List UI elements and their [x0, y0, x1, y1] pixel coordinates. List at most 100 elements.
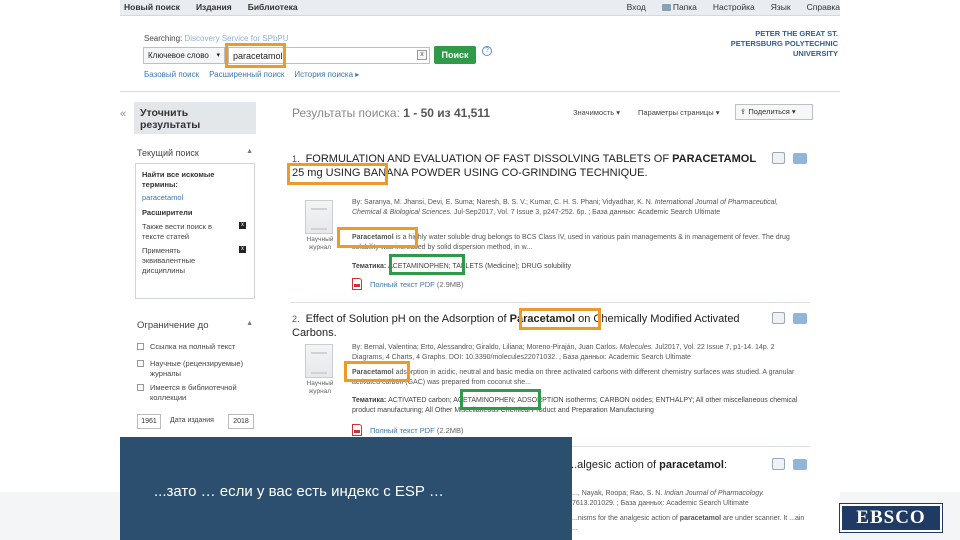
result-meta: By: Saranya, M. Jhansi, Devi, E. Suma; N…: [352, 198, 800, 217]
share-dropdown[interactable]: ⇪ Поделиться ▾: [735, 104, 813, 120]
nav-folder[interactable]: Папка: [661, 2, 697, 12]
results-range: 1 - 50 из 41,511: [403, 106, 491, 120]
result-subjects: Тематика: ACTIVATED carbon; ACETAMINOPHE…: [352, 396, 800, 415]
expanders-label: Расширители: [142, 208, 193, 217]
header-divider: [120, 91, 840, 92]
result-separator: [290, 302, 810, 303]
fulltext-checkbox[interactable]: [137, 343, 144, 350]
title-text: Effect of Solution pH on the Adsorption …: [305, 313, 507, 325]
basic-search-link[interactable]: Базовый поиск: [144, 70, 199, 79]
journal-name[interactable]: Molecules.: [620, 344, 653, 351]
pdf-link[interactable]: Полный текст PDF (2.2MB): [352, 424, 464, 436]
pub-date-label: Дата издания: [170, 417, 214, 424]
advanced-search-link[interactable]: Расширенный поиск: [209, 70, 284, 79]
field-select[interactable]: Ключевое слово: [143, 47, 225, 64]
publication-type: Научный журнал: [306, 380, 334, 395]
abstract-text: adsorption in acidic, neutral and basic …: [352, 369, 795, 386]
collapse-sidebar-icon[interactable]: «: [120, 108, 126, 120]
pdf-link[interactable]: Полный текст PDF (2.9MB): [352, 278, 464, 290]
highlight-box-title: [287, 163, 388, 185]
university-line: PETERSBURG POLYTECHNIC: [730, 39, 838, 48]
expander-label: Применять эквивалентные дисциплины: [142, 246, 196, 275]
results-label: Результаты поиска:: [292, 106, 400, 120]
remove-icon[interactable]: x: [239, 222, 246, 229]
refine-results-title: Уточнить результаты: [134, 102, 256, 134]
authors: By: Saranya, M. Jhansi, Devi, E. Suma; N…: [352, 199, 653, 206]
subject-list[interactable]: ACTIVATED carbon;: [388, 397, 452, 404]
current-search-header[interactable]: Текущий поиск ▲: [137, 148, 255, 158]
highlight-box-subject: [460, 389, 541, 410]
pdf-label: Полный текст PDF: [370, 426, 435, 435]
peer-reviewed-label: Научные (рецензируемые) журналы: [150, 359, 244, 378]
nav-login[interactable]: Вход: [627, 2, 646, 12]
nav-settings[interactable]: Настройка: [713, 2, 755, 12]
nav-new-search[interactable]: Новый поиск: [124, 2, 180, 12]
folder-icon: [661, 4, 671, 11]
search-term-link[interactable]: paracetamol: [142, 193, 248, 202]
left-margin-panel: [0, 492, 120, 540]
help-icon[interactable]: ?: [482, 46, 492, 56]
find-all-terms-label: Найти все искомые термины:: [142, 170, 215, 189]
nav-library[interactable]: Библиотека: [248, 2, 298, 12]
peer-reviewed-checkbox[interactable]: [137, 360, 144, 367]
university-line: UNIVERSITY: [792, 49, 838, 58]
preview-icon[interactable]: [772, 458, 785, 470]
university-logo: PETER THE GREAT ST. PETERSBURG POLYTECHN…: [698, 29, 838, 59]
add-to-folder-icon[interactable]: [793, 313, 807, 324]
slide-caption-box: ...зато … если у вас есть индекс с ESP …: [120, 437, 572, 540]
add-to-folder-icon[interactable]: [793, 153, 807, 164]
library-collection-checkbox[interactable]: [137, 384, 144, 391]
result-actions: [772, 458, 807, 470]
pdf-size: (2.9MB): [436, 280, 464, 289]
nav-language[interactable]: Язык: [771, 2, 791, 12]
nav-publications[interactable]: Издания: [196, 2, 232, 12]
chevron-up-icon: ▲: [246, 148, 253, 155]
nav-help[interactable]: Справка: [807, 2, 840, 12]
title-highlight: PARACETAMOL: [672, 153, 757, 165]
result-abstract: Paracetamol adsorption in acidic, neutra…: [352, 368, 800, 387]
journal-thumbnail[interactable]: [305, 344, 333, 378]
pdf-size: (2.2MB): [436, 426, 464, 435]
result-number: 2.: [292, 314, 300, 324]
page-options-dropdown[interactable]: Параметры страницы ▾: [638, 108, 719, 117]
result-actions: [772, 152, 807, 164]
add-to-folder-icon[interactable]: [793, 459, 807, 470]
ebsco-logo: EBSCO: [839, 503, 943, 533]
remove-icon[interactable]: x: [239, 246, 246, 253]
limit-header[interactable]: Ограничение до ▲: [137, 320, 255, 331]
highlight-box-subject: [389, 254, 465, 275]
highlight-box-abstract: [344, 361, 410, 382]
fulltext-label: Ссылка на полный текст: [150, 342, 236, 351]
publication-type: Научный журнал: [306, 236, 334, 251]
preview-icon[interactable]: [772, 152, 785, 164]
searching-label: Searching: Discovery Service for SPbPU: [144, 34, 289, 43]
preview-icon[interactable]: [772, 312, 785, 324]
subjects-label: Тематика:: [352, 397, 387, 404]
share-label: Поделиться ▾: [748, 107, 796, 116]
nav-folder-label: Папка: [672, 2, 697, 12]
subject-list[interactable]: ; TABLETS (Medicine); DRUG solubility: [449, 263, 571, 270]
searching-prefix: Searching:: [144, 34, 183, 43]
journal-thumbnail[interactable]: [305, 200, 333, 234]
slide-caption: ...зато … если у вас есть индекс с ESP …: [154, 483, 444, 500]
journal-name[interactable]: Indian Journal of Pharmacology.: [664, 490, 764, 497]
abstract-highlight: paracetamol: [679, 515, 722, 522]
year-to-input[interactable]: 2018: [228, 414, 254, 429]
result-abstract: ...nisms for the analgesic action of par…: [572, 514, 807, 533]
highlight-box-title: [519, 308, 601, 330]
pdf-icon: [352, 424, 362, 436]
sort-relevance-dropdown[interactable]: Значимость ▾: [573, 108, 620, 117]
limit-label: Ограничение до: [137, 320, 209, 331]
title-text: ...algesic action of: [568, 459, 657, 471]
search-history-link[interactable]: История поиска ▸: [294, 70, 359, 79]
current-search-box: Найти все искомые термины: paracetamol Р…: [135, 163, 255, 299]
result-actions: [772, 312, 807, 324]
subjects-label: Тематика:: [352, 263, 387, 270]
search-button[interactable]: Поиск: [434, 46, 476, 64]
clear-search-icon[interactable]: x: [417, 50, 427, 60]
year-from-input[interactable]: 1961: [137, 414, 161, 429]
top-toolbar: Новый поиск Издания Библиотека Вход Папк…: [120, 0, 840, 16]
search-service[interactable]: Discovery Service for SPbPU: [184, 34, 288, 43]
result-meta: By: Bernal, Valentina; Erto, Alessandro;…: [352, 343, 800, 362]
chevron-up-icon: ▲: [246, 320, 253, 327]
